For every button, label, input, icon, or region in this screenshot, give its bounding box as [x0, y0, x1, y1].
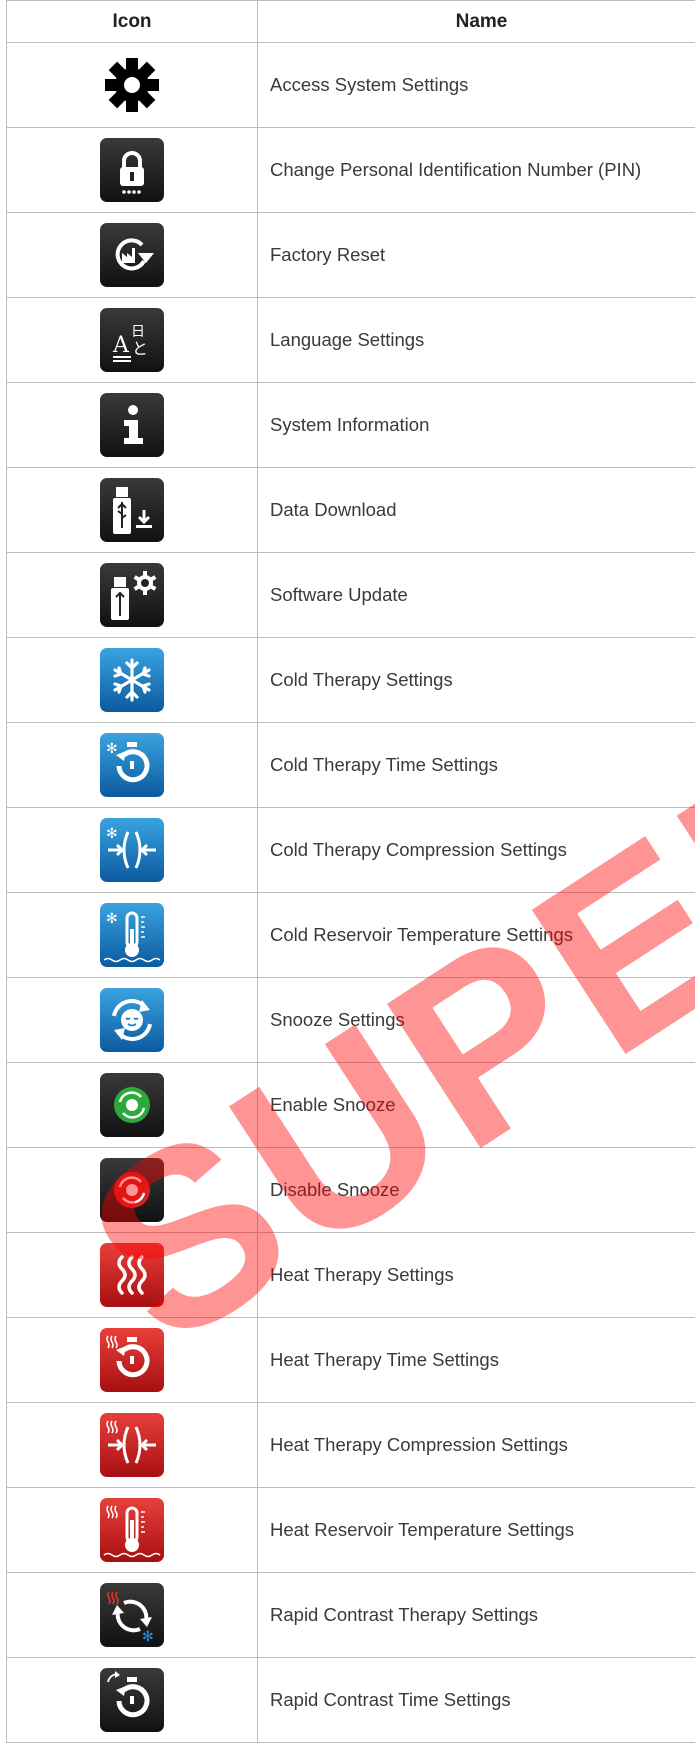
row-name: Cold Therapy Settings	[257, 637, 695, 723]
factory-reset-icon	[100, 223, 164, 287]
table-row: ✻ Cold Reservoir Temperature Settings	[6, 892, 695, 978]
svg-text:✻: ✻	[106, 741, 118, 757]
table-row: System Information	[6, 382, 695, 468]
row-name: Data Download	[257, 467, 695, 553]
table-row: ✻ Rapid Contrast Therapy Settings	[6, 1572, 695, 1658]
column-header-name: Name	[257, 0, 695, 43]
cold-thermometer-icon: ✻	[100, 903, 164, 967]
gear-icon	[100, 53, 164, 117]
cold-timer-icon: ✻	[100, 733, 164, 797]
row-name: Language Settings	[257, 297, 695, 383]
svg-text:と: と	[132, 339, 148, 358]
table-row: Heat Therapy Time Settings	[6, 1317, 695, 1403]
table-row: Enable Snooze	[6, 1062, 695, 1148]
contrast-timer-icon	[100, 1668, 164, 1732]
usb-download-icon	[100, 478, 164, 542]
row-name: Heat Therapy Settings	[257, 1232, 695, 1318]
info-icon	[100, 393, 164, 457]
table-row: Snooze Settings	[6, 977, 695, 1063]
icon-legend-table: Icon Name Access System Settings Change …	[6, 0, 695, 1743]
table-row: ✻ Cold Therapy Time Settings	[6, 722, 695, 808]
contrast-therapy-icon: ✻	[100, 1583, 164, 1647]
row-name: Disable Snooze	[257, 1147, 695, 1233]
table-row: Disable Snooze	[6, 1147, 695, 1233]
enable-snooze-icon	[100, 1073, 164, 1137]
heat-compression-icon	[100, 1413, 164, 1477]
table-row: Software Update	[6, 552, 695, 638]
row-name: Factory Reset	[257, 212, 695, 298]
table-row: Cold Therapy Settings	[6, 637, 695, 723]
row-name: Access System Settings	[257, 42, 695, 128]
row-name: Cold Reservoir Temperature Settings	[257, 892, 695, 978]
table-header-row: Icon Name	[6, 0, 695, 43]
cold-compression-icon: ✻	[100, 818, 164, 882]
svg-text:✻: ✻	[106, 826, 118, 842]
heat-thermometer-icon	[100, 1498, 164, 1562]
table-row: Data Download	[6, 467, 695, 553]
table-row: Change Personal Identification Number (P…	[6, 127, 695, 213]
row-name: System Information	[257, 382, 695, 468]
svg-text:日: 日	[131, 324, 145, 340]
row-name: Snooze Settings	[257, 977, 695, 1063]
svg-text:✻: ✻	[106, 911, 118, 927]
table-row: Factory Reset	[6, 212, 695, 298]
table-row: Access System Settings	[6, 42, 695, 128]
svg-text:✻: ✻	[142, 1629, 154, 1645]
snowflake-icon	[100, 648, 164, 712]
table-row: ✻ Cold Therapy Compression Settings	[6, 807, 695, 893]
svg-text:A: A	[112, 333, 130, 358]
column-header-icon: Icon	[6, 0, 258, 43]
snooze-icon	[100, 988, 164, 1052]
usb-update-icon	[100, 563, 164, 627]
row-name: Change Personal Identification Number (P…	[257, 127, 695, 213]
row-name: Cold Therapy Compression Settings	[257, 807, 695, 893]
row-name: Rapid Contrast Time Settings	[257, 1657, 695, 1743]
table-row: Rapid Contrast Time Settings	[6, 1657, 695, 1743]
disable-snooze-icon	[100, 1158, 164, 1222]
row-name: Heat Therapy Time Settings	[257, 1317, 695, 1403]
row-name: Cold Therapy Time Settings	[257, 722, 695, 808]
table-row: Heat Reservoir Temperature Settings	[6, 1487, 695, 1573]
row-name: Software Update	[257, 552, 695, 638]
heat-timer-icon	[100, 1328, 164, 1392]
row-name: Rapid Contrast Therapy Settings	[257, 1572, 695, 1658]
row-name: Enable Snooze	[257, 1062, 695, 1148]
table-row: Heat Therapy Compression Settings	[6, 1402, 695, 1488]
table-row: A 日 と Language Settings	[6, 297, 695, 383]
table-row: Heat Therapy Settings	[6, 1232, 695, 1318]
row-name: Heat Reservoir Temperature Settings	[257, 1487, 695, 1573]
heat-waves-icon	[100, 1243, 164, 1307]
lock-pin-icon	[100, 138, 164, 202]
language-icon: A 日 と	[100, 308, 164, 372]
row-name: Heat Therapy Compression Settings	[257, 1402, 695, 1488]
